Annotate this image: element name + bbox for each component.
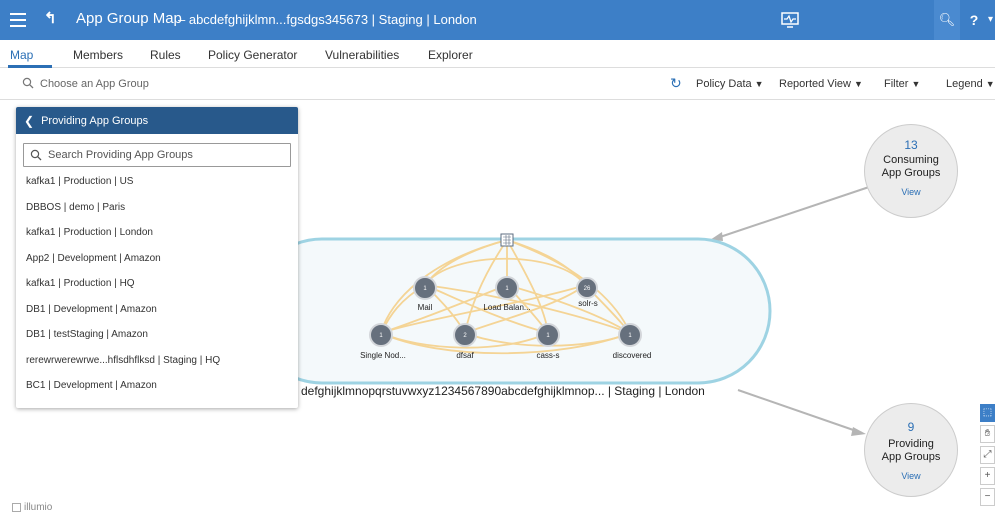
node-label: dfsaf <box>456 351 474 360</box>
app-group-hub-icon[interactable] <box>500 233 514 247</box>
search-icon <box>30 149 42 161</box>
consuming-count: 13 <box>904 138 918 152</box>
providing-app-groups-bubble[interactable]: 9 Providing App Groups View <box>864 403 958 497</box>
panel-list: kafka1 | Production | US DBBOS | demo | … <box>16 169 298 399</box>
consuming-label: Consuming <box>883 154 939 166</box>
list-item[interactable]: DB1 | testStaging | Amazon <box>16 322 298 348</box>
workload-node[interactable]: 2 dfsaf <box>453 323 477 360</box>
logo-mark-icon <box>12 503 21 512</box>
providing-app-groups-panel: ❮ Providing App Groups Search Providing … <box>16 107 298 408</box>
panel-search-input[interactable]: Search Providing App Groups <box>23 143 291 167</box>
node-label: Single Nod... <box>360 351 406 360</box>
list-item[interactable]: App2 | Development | Amazon <box>16 246 298 272</box>
consuming-label-2: App Groups <box>881 167 941 179</box>
fit-to-screen-icon[interactable]: ⤢ <box>980 446 995 464</box>
providing-label-2: App Groups <box>881 451 941 463</box>
providing-view-link[interactable]: View <box>865 471 957 481</box>
node-label: cass-s <box>536 351 559 360</box>
node-label: Load Balan... <box>483 303 530 312</box>
consuming-app-groups-bubble[interactable]: 13 Consuming App Groups View <box>864 124 958 218</box>
panel-header[interactable]: ❮ Providing App Groups <box>16 107 298 134</box>
providing-edge <box>737 389 863 434</box>
map-tools: ⬚ ✋︎ ⤢ + − <box>980 404 995 509</box>
providing-count: 9 <box>907 420 915 434</box>
node-label: solr-s <box>578 299 598 308</box>
panel-search-placeholder: Search Providing App Groups <box>48 149 193 161</box>
zoom-in-icon[interactable]: + <box>980 467 995 485</box>
providing-label: Providing <box>888 438 934 450</box>
consuming-view-link[interactable]: View <box>865 187 957 197</box>
app-group-label: defghijklmnopqrstuvwxyz1234567890abcdefg… <box>301 384 705 398</box>
list-item[interactable]: kafka1 | Production | US <box>16 169 298 195</box>
select-tool-icon[interactable]: ⬚ <box>980 404 995 422</box>
logo-text: illumio <box>24 502 53 513</box>
list-item[interactable]: kafka1 | Production | HQ <box>16 271 298 297</box>
chevron-left-icon[interactable]: ❮ <box>24 114 34 128</box>
workload-node[interactable]: 1 cass-s <box>536 323 560 360</box>
consuming-edge <box>713 185 873 240</box>
list-item[interactable]: kafka1 | Production | London <box>16 220 298 246</box>
panel-title: Providing App Groups <box>41 114 149 127</box>
node-label: Mail <box>418 303 433 312</box>
list-item[interactable]: DB1 | Development | Amazon <box>16 297 298 323</box>
arrow-head <box>851 427 866 436</box>
node-label: discovered <box>613 351 652 360</box>
list-item[interactable]: DBBOS | demo | Paris <box>16 195 298 221</box>
pan-tool-icon[interactable]: ✋︎ <box>980 425 995 443</box>
illumio-logo: illumio <box>12 502 52 513</box>
node-count: 26 <box>584 286 591 292</box>
list-item[interactable]: rerewrwerewrwe...hflsdhflksd | Staging |… <box>16 348 298 374</box>
zoom-out-icon[interactable]: − <box>980 488 995 506</box>
list-item[interactable]: BC1 | Development | Amazon <box>16 373 298 399</box>
workload-node[interactable]: 26 solr-s <box>576 277 598 308</box>
